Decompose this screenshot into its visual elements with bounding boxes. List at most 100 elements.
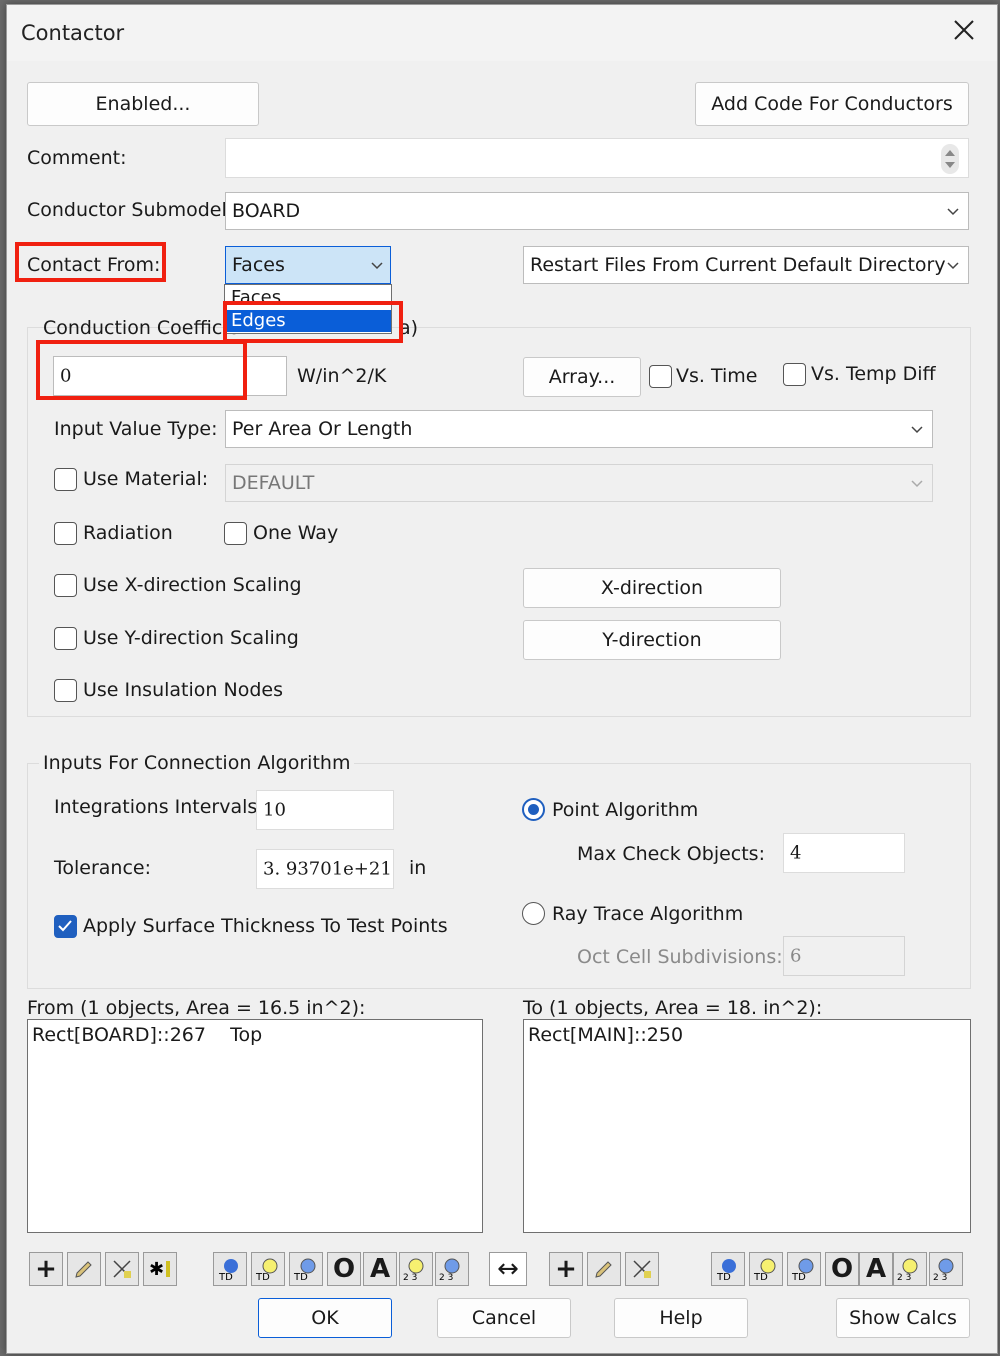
add-code-button[interactable]: Add Code For Conductors [695, 82, 969, 126]
oct-cell-label: Oct Cell Subdivisions: [577, 946, 783, 968]
chevron-down-icon [947, 262, 959, 270]
to-header: To (1 objects, Area = 18. in^2): [523, 997, 823, 1019]
help-button[interactable]: Help [614, 1298, 748, 1338]
title-bar: Contactor [7, 5, 997, 61]
one-way-checkbox[interactable] [224, 522, 247, 545]
y-direction-button[interactable]: Y-direction [523, 620, 781, 660]
show-calcs-button[interactable]: Show Calcs [836, 1298, 970, 1338]
svg-text:✱: ✱ [149, 1259, 164, 1280]
circle-o-icon[interactable]: O [825, 1252, 859, 1286]
edit-pencil-icon[interactable] [587, 1252, 621, 1286]
light-bulb-icon[interactable]: TD [749, 1252, 783, 1286]
letter-a-icon[interactable]: A [363, 1252, 397, 1286]
contactor-dialog: Contactor Enabled... Add Code For Conduc… [6, 4, 998, 1354]
svg-text:2 3: 2 3 [439, 1273, 453, 1282]
highlight-contact-from [15, 242, 166, 282]
vs-temp-diff-checkbox[interactable] [783, 363, 806, 386]
y-scaling-label: Use Y-direction Scaling [83, 627, 299, 649]
max-check-objects-input[interactable]: 4 [783, 833, 905, 873]
svg-text:2 3: 2 3 [933, 1273, 947, 1282]
svg-text:2 3: 2 3 [403, 1273, 417, 1282]
ray-trace-radio[interactable] [522, 902, 545, 925]
chevron-down-icon [911, 480, 923, 488]
y-scaling-checkbox[interactable] [54, 627, 77, 650]
point-algorithm-radio[interactable] [522, 798, 545, 821]
conductor-submodel-label: Conductor Submodel: [27, 199, 234, 221]
radiation-checkbox[interactable] [54, 522, 77, 545]
conduction-coefficient-label: Conduction Coefficie [43, 317, 240, 339]
oct-cell-input: 6 [783, 936, 905, 976]
array-button[interactable]: Array... [523, 357, 641, 397]
vs-temp-diff-label: Vs. Temp Diff [811, 363, 936, 385]
one-way-label: One Way [253, 522, 339, 544]
light-bulb-numbered-icon[interactable]: 2 3 [399, 1252, 433, 1286]
point-algorithm-label: Point Algorithm [552, 799, 699, 821]
x-scaling-label: Use X-direction Scaling [83, 574, 302, 596]
circle-o-icon[interactable]: O [327, 1252, 361, 1286]
from-list[interactable]: Rect[BOARD]::267 Top [27, 1019, 483, 1233]
tolerance-unit-label: in [409, 857, 427, 879]
enabled-button[interactable]: Enabled... [27, 82, 259, 126]
window-title: Contactor [21, 21, 125, 45]
svg-text:TD: TD [255, 1272, 270, 1282]
close-icon[interactable] [949, 15, 979, 45]
ok-button[interactable]: OK [258, 1298, 392, 1338]
list-item[interactable]: Rect[MAIN]::250 [528, 1024, 683, 1046]
spin-arrows-icon[interactable] [940, 143, 960, 175]
highlight-conduction-value [36, 340, 247, 400]
cancel-button[interactable]: Cancel [437, 1298, 571, 1338]
inputs-group-label: Inputs For Connection Algorithm [39, 752, 355, 774]
apply-thickness-label: Apply Surface Thickness To Test Points [83, 915, 448, 937]
integration-intervals-input[interactable]: 10 [256, 790, 394, 830]
letter-a-icon[interactable]: A [859, 1252, 893, 1286]
add-icon[interactable]: + [29, 1252, 63, 1286]
light-bulb-numbered-icon[interactable]: 2 3 [893, 1252, 927, 1286]
x-scaling-checkbox[interactable] [54, 574, 77, 597]
clear-brush-icon[interactable] [105, 1252, 139, 1286]
apply-thickness-checkbox[interactable] [54, 915, 77, 938]
highlight-edges-option [223, 301, 403, 343]
tolerance-label: Tolerance: [54, 857, 152, 879]
vs-time-label: Vs. Time [676, 365, 758, 387]
svg-text:2 3: 2 3 [897, 1273, 911, 1282]
contact-from-select[interactable]: Faces [225, 246, 391, 284]
svg-text:TD: TD [716, 1272, 731, 1282]
light-bulb-icon[interactable]: TD [251, 1252, 285, 1286]
light-bulb-blue-numbered-icon[interactable]: 2 3 [929, 1252, 963, 1286]
comment-input[interactable] [225, 138, 969, 178]
checkmark-icon [58, 920, 72, 932]
ray-trace-label: Ray Trace Algorithm [552, 903, 744, 925]
filter-all-icon[interactable]: TD [213, 1252, 247, 1286]
swap-icon[interactable]: ↔ [489, 1252, 527, 1286]
chevron-down-icon [947, 208, 959, 216]
filter-all-icon[interactable]: TD [711, 1252, 745, 1286]
chevron-down-icon [371, 262, 383, 270]
to-list[interactable]: Rect[MAIN]::250 [523, 1019, 971, 1233]
list-item[interactable]: Rect[BOARD]::267 Top [32, 1024, 262, 1046]
restart-files-select[interactable]: Restart Files From Current Default Direc… [523, 246, 969, 284]
units-label: W/in^2/K [297, 365, 387, 387]
comment-label: Comment: [27, 147, 127, 169]
light-bulb-blue-numbered-icon[interactable]: 2 3 [435, 1252, 469, 1286]
light-bulb-blue-icon[interactable]: TD [787, 1252, 821, 1286]
conductor-submodel-select[interactable]: BOARD [225, 192, 969, 230]
x-direction-button[interactable]: X-direction [523, 568, 781, 608]
radiation-label: Radiation [83, 522, 173, 544]
svg-text:TD: TD [293, 1272, 308, 1282]
svg-text:TD: TD [753, 1272, 768, 1282]
svg-text:TD: TD [218, 1272, 233, 1282]
use-material-checkbox[interactable] [54, 468, 77, 491]
use-material-label: Use Material: [83, 468, 209, 490]
edit-pencil-icon[interactable] [67, 1252, 101, 1286]
vs-time-checkbox[interactable] [649, 365, 672, 388]
add-icon[interactable]: + [549, 1252, 583, 1286]
clear-brush-icon[interactable] [625, 1252, 659, 1286]
tolerance-input[interactable]: 3. 93701e+21 [256, 849, 394, 889]
light-bulb-blue-icon[interactable]: TD [289, 1252, 323, 1286]
insulation-label: Use Insulation Nodes [83, 679, 283, 701]
insulation-checkbox[interactable] [54, 679, 77, 702]
input-value-type-select[interactable]: Per Area Or Length [225, 410, 933, 448]
max-check-objects-label: Max Check Objects: [577, 843, 765, 865]
from-header: From (1 objects, Area = 16.5 in^2): [27, 997, 366, 1019]
select-all-icon[interactable]: ✱ [143, 1252, 177, 1286]
